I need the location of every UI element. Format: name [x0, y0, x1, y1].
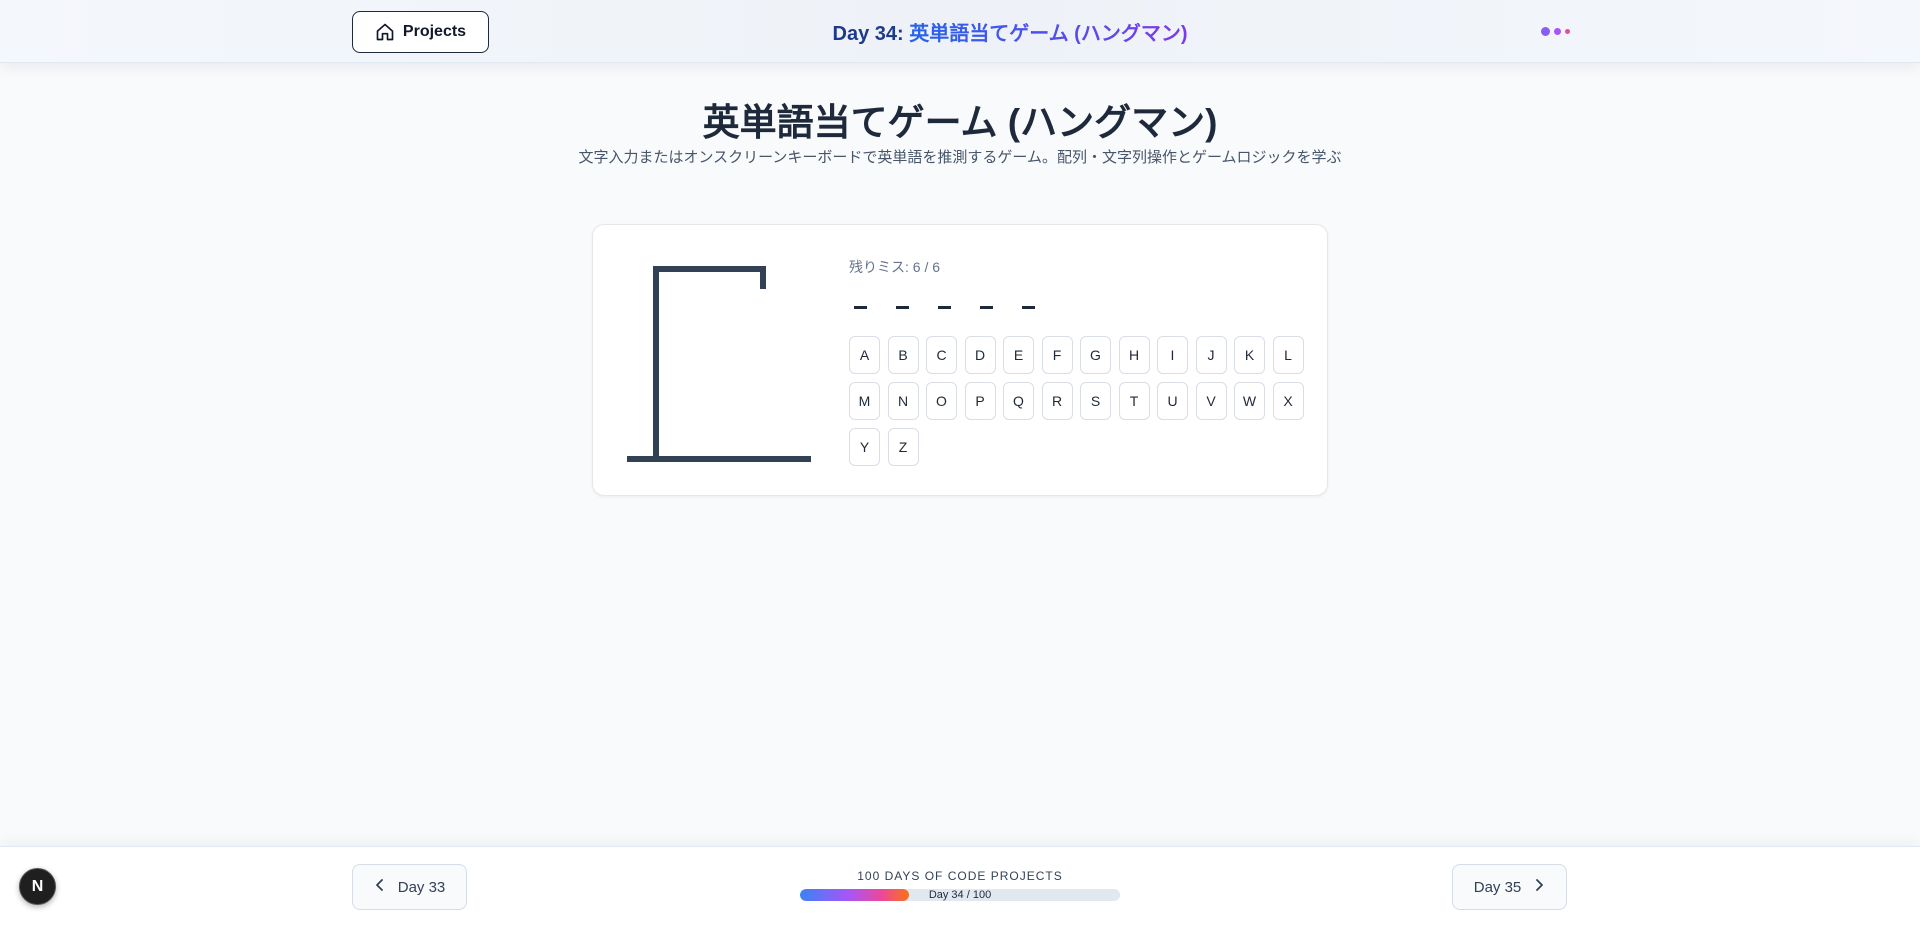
key-a[interactable]: A	[849, 336, 880, 374]
key-n[interactable]: N	[887, 382, 919, 420]
letter-blank	[975, 285, 997, 309]
page-subtitle: 文字入力またはオンスクリーンキーボードで英単語を推測するゲーム。配列・文字列操作…	[578, 149, 1342, 166]
projects-button[interactable]: Projects	[352, 11, 489, 53]
key-v[interactable]: V	[1195, 382, 1227, 420]
decor-dot	[1565, 29, 1570, 34]
key-w[interactable]: W	[1234, 382, 1265, 420]
top-header: Projects Day 34: 英単語当てゲーム (ハングマン)	[0, 0, 1920, 63]
home-icon	[375, 22, 395, 42]
series-label: 100 DAYS OF CODE PROJECTS	[857, 869, 1063, 883]
onscreen-keyboard: ABCDEFGHIJKL MNOPQRSTUVWX YZ	[849, 336, 1309, 466]
header-dots	[1541, 27, 1570, 36]
key-d[interactable]: D	[964, 336, 996, 374]
header-title: Day 34: 英単語当てゲーム (ハングマン)	[760, 17, 1260, 46]
page-title: 英単語当てゲーム (ハングマン)	[702, 102, 1218, 143]
key-k[interactable]: K	[1234, 336, 1265, 374]
key-i[interactable]: I	[1157, 336, 1188, 374]
key-f[interactable]: F	[1041, 336, 1073, 374]
key-u[interactable]: U	[1157, 382, 1188, 420]
framework-badge[interactable]: N	[19, 868, 56, 905]
progress-text: Day 34 / 100	[928, 889, 992, 901]
key-m[interactable]: M	[849, 382, 880, 420]
progress-bar: Day 34 / 100	[800, 889, 1120, 901]
chevron-right-icon	[1533, 878, 1545, 896]
letter-blank	[933, 285, 955, 309]
letter-blank	[891, 285, 913, 309]
key-c[interactable]: C	[926, 336, 957, 374]
bottom-footer: Day 33 100 DAYS OF CODE PROJECTS Day 34 …	[0, 846, 1920, 925]
word-display	[849, 285, 1039, 309]
remaining-misses: 残りミス: 6 / 6	[849, 259, 941, 275]
header-title-prefix: Day 34:	[832, 23, 910, 45]
projects-label: Projects	[402, 23, 467, 40]
key-g[interactable]: G	[1080, 336, 1111, 374]
letter-blank	[1017, 285, 1039, 309]
key-h[interactable]: H	[1118, 336, 1150, 374]
key-b[interactable]: B	[887, 336, 919, 374]
key-q[interactable]: Q	[1003, 382, 1034, 420]
key-p[interactable]: P	[964, 382, 996, 420]
prev-day-label: Day 33	[397, 878, 446, 896]
header-title-name: 英単語当てゲーム (ハングマン)	[909, 23, 1188, 45]
chevron-left-icon	[374, 878, 386, 896]
key-y[interactable]: Y	[849, 428, 880, 466]
next-day-label: Day 35	[1473, 878, 1522, 896]
prev-day-button[interactable]: Day 33	[352, 864, 467, 910]
key-j[interactable]: J	[1195, 336, 1227, 374]
key-z[interactable]: Z	[887, 428, 919, 466]
key-l[interactable]: L	[1272, 336, 1304, 374]
letter-blank	[849, 285, 871, 309]
key-o[interactable]: O	[926, 382, 957, 420]
progress-section: 100 DAYS OF CODE PROJECTS Day 34 / 100	[760, 869, 1160, 901]
key-e[interactable]: E	[1003, 336, 1034, 374]
decor-dot	[1541, 27, 1550, 36]
decor-dot	[1554, 28, 1561, 35]
key-s[interactable]: S	[1080, 382, 1111, 420]
next-day-button[interactable]: Day 35	[1452, 864, 1567, 910]
key-x[interactable]: X	[1272, 382, 1304, 420]
gallows-drawing	[627, 266, 811, 462]
key-t[interactable]: T	[1118, 382, 1150, 420]
game-card: 残りミス: 6 / 6 ABCDEFGHIJKL MNOPQRSTUVWX YZ	[592, 224, 1328, 496]
key-r[interactable]: R	[1041, 382, 1073, 420]
